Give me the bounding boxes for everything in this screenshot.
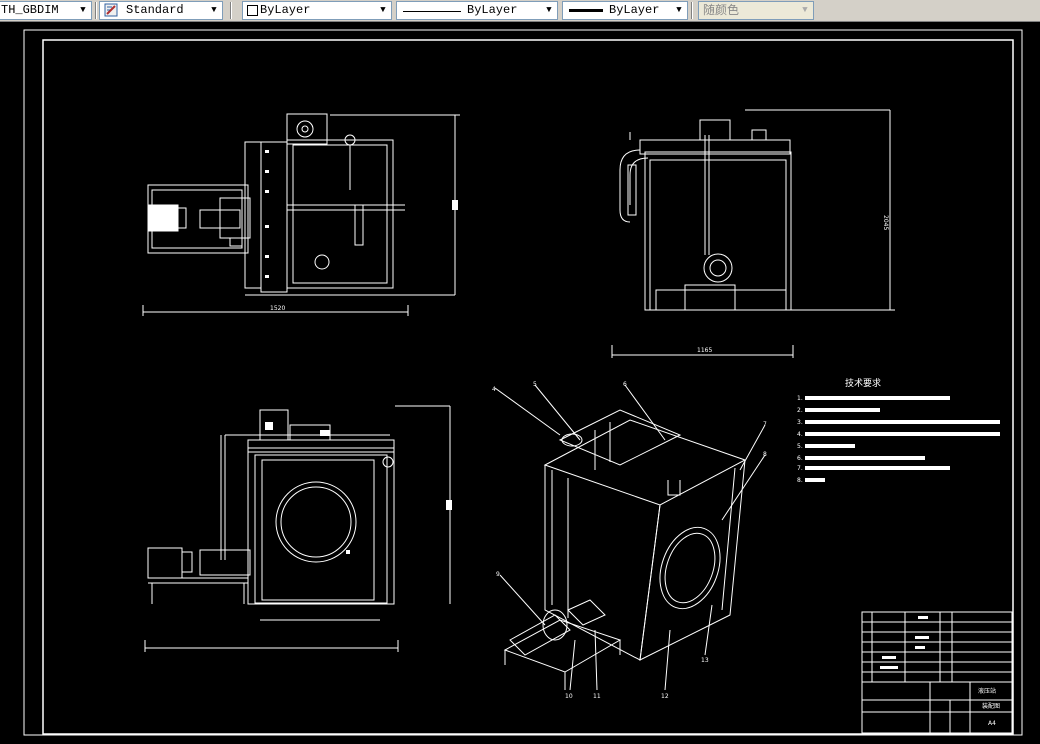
- plot-style-dropdown[interactable]: 随颜色 ▼: [698, 1, 814, 20]
- toolbar-separator: [95, 2, 97, 19]
- text-style-dropdown[interactable]: Standard ▼: [99, 1, 223, 20]
- side-view: [611, 109, 895, 358]
- properties-toolbar: TH_GBDIM ▼ Standard ▼ ByLayer ▼ ByLayer …: [0, 0, 1040, 22]
- dim-side-width: 1165: [697, 347, 712, 354]
- note-item: 2.: [797, 407, 803, 414]
- notes-title: 技术要求: [845, 377, 881, 389]
- note-item: 6.: [797, 455, 803, 462]
- chevron-down-icon[interactable]: ▼: [375, 2, 391, 19]
- balloon-label: 11: [593, 693, 601, 700]
- lineweight-sample-icon: [569, 9, 603, 12]
- balloon-label: 4: [492, 386, 496, 393]
- layer-value: ByLayer: [260, 3, 311, 17]
- cad-drawing: 1520 1165 2045 4 5 6 7 8 9 10 11 12 13 技…: [23, 29, 1023, 736]
- chevron-down-icon[interactable]: ▼: [797, 2, 813, 19]
- front-view: [144, 405, 452, 652]
- linetype-dropdown[interactable]: ByLayer ▼: [396, 1, 558, 20]
- isometric-view: [494, 384, 766, 691]
- note-item: 3.: [797, 419, 803, 426]
- balloon-label: 7: [763, 421, 767, 428]
- title-block-subtitle: 装配图: [982, 702, 1000, 710]
- top-view: [142, 113, 460, 316]
- note-item: 5.: [797, 443, 803, 450]
- chevron-down-icon[interactable]: ▼: [206, 2, 222, 19]
- chevron-down-icon[interactable]: ▼: [671, 2, 687, 19]
- linetype-value: ByLayer: [467, 3, 518, 17]
- toolbar-separator: [230, 2, 232, 19]
- lineweight-value: ByLayer: [609, 3, 660, 17]
- balloon-label: 13: [701, 657, 709, 664]
- linetype-sample-icon: [403, 11, 461, 12]
- text-style-value: Standard: [126, 3, 184, 17]
- balloon-label: 10: [565, 693, 573, 700]
- title-block-sheet: A4: [988, 720, 996, 727]
- dimension-style-value: TH_GBDIM: [1, 3, 59, 17]
- balloon-label: 6: [623, 381, 627, 388]
- dim-top-width: 1520: [270, 305, 285, 312]
- balloon-label: 12: [661, 693, 669, 700]
- drawing-canvas[interactable]: 1520 1165 2045 4 5 6 7 8 9 10 11 12 13 技…: [0, 22, 1040, 744]
- note-item: 1.: [797, 395, 803, 402]
- layer-dropdown[interactable]: ByLayer ▼: [242, 1, 392, 20]
- balloon-label: 5: [533, 381, 537, 388]
- chevron-down-icon[interactable]: ▼: [541, 2, 557, 19]
- balloon-label: 8: [763, 451, 767, 458]
- note-item: 4.: [797, 431, 803, 438]
- plot-style-value: 随颜色: [703, 3, 740, 17]
- chevron-down-icon[interactable]: ▼: [75, 2, 91, 19]
- note-item: 7.: [797, 465, 803, 472]
- technical-notes: 技术要求 1. 2. 3. 4. 5. 6. 7. 8.: [797, 377, 1000, 484]
- dimension-style-dropdown[interactable]: TH_GBDIM ▼: [0, 1, 92, 20]
- title-block-name: 液压站: [978, 687, 996, 695]
- lineweight-dropdown[interactable]: ByLayer ▼: [562, 1, 688, 20]
- dim-side-height: 2045: [882, 215, 889, 230]
- title-block: [861, 611, 1013, 734]
- toolbar-separator: [691, 2, 693, 19]
- text-style-icon: [104, 3, 118, 17]
- note-item: 8.: [797, 477, 803, 484]
- layer-color-swatch: [247, 5, 258, 16]
- balloon-label: 9: [496, 571, 500, 578]
